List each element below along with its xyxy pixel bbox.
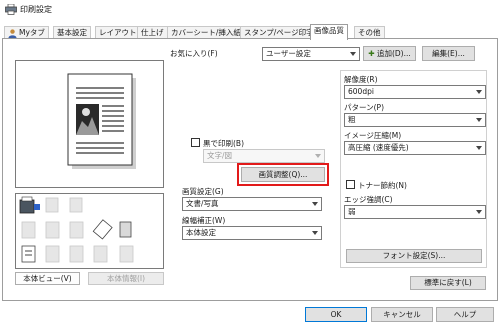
tab-strip: Myタブ 基本設定 レイアウト 仕上げ カバーシート/挿入紙 スタンプ/ページ印… (0, 20, 500, 40)
ok-button[interactable]: OK (305, 307, 367, 322)
pattern-select[interactable]: 粗 (344, 113, 486, 127)
main-unit-view-button[interactable]: 本体ビュー(V) (15, 272, 80, 285)
printer-option-panel (15, 193, 164, 269)
tab-label: 仕上げ (141, 28, 164, 37)
image-setting-select[interactable]: 文書/写真 (182, 197, 322, 211)
edge-enhance-select[interactable]: 弱 (344, 205, 486, 219)
tab-image-quality[interactable]: 画像品質 (310, 24, 348, 40)
user-icon (8, 29, 17, 38)
favorites-select[interactable]: ユーザー設定 (262, 47, 360, 61)
tab-label: 画像品質 (314, 26, 344, 35)
edge-enhance-value: 弱 (348, 207, 356, 216)
button-label: ヘルプ (453, 310, 477, 319)
chevron-down-icon (312, 231, 318, 235)
help-button[interactable]: ヘルプ (436, 307, 494, 322)
chevron-down-icon (315, 154, 321, 158)
tab-label: 基本設定 (57, 28, 87, 37)
toner-save-checkbox[interactable] (346, 180, 355, 189)
image-setting-value: 文書/写真 (186, 199, 219, 208)
toner-save-label: トナー節約(N) (358, 181, 407, 190)
resolution-label: 解像度(R) (344, 75, 378, 84)
chevron-down-icon (476, 118, 482, 122)
printer-icon (5, 4, 17, 15)
button-label: キャンセル (383, 310, 421, 319)
line-width-value: 本体設定 (186, 228, 216, 237)
resolution-select[interactable]: 600dpi (344, 85, 486, 99)
chevron-down-icon (350, 52, 356, 56)
compression-value: 高圧縮 (速度優先) (348, 143, 409, 152)
chevron-down-icon (312, 202, 318, 206)
button-label: OK (330, 310, 342, 319)
main-unit-info-button[interactable]: 本体情報(I) (88, 272, 164, 285)
button-label: 本体ビュー(V) (23, 274, 72, 283)
black-print-checkbox[interactable] (191, 138, 200, 147)
button-label: フォント設定(S)... (382, 251, 446, 260)
chevron-down-icon (476, 210, 482, 214)
compression-select[interactable]: 高圧縮 (速度優先) (344, 141, 486, 155)
settings-groupbox (340, 70, 487, 268)
pattern-label: パターン(P) (344, 103, 384, 112)
cancel-button[interactable]: キャンセル (371, 307, 433, 322)
compression-label: イメージ圧縮(M) (344, 131, 402, 140)
window-title: 印刷設定 (20, 5, 52, 14)
font-settings-button[interactable]: フォント設定(S)... (346, 249, 482, 263)
black-print-select[interactable]: 文字/図 (203, 149, 325, 163)
edge-enhance-label: エッジ強調(C) (344, 195, 393, 204)
add-favorite-button[interactable]: ✚ 追加(D)... (363, 46, 416, 61)
button-label: 本体情報(I) (106, 274, 146, 283)
button-label: 編集(E)... (432, 49, 465, 58)
line-width-label: 線幅補正(W) (182, 216, 226, 225)
tab-label: その他 (358, 28, 381, 37)
restore-defaults-button[interactable]: 標準に戻す(L) (410, 276, 486, 290)
button-label: 追加(D)... (376, 49, 411, 58)
line-width-select[interactable]: 本体設定 (182, 226, 322, 240)
pattern-value: 粗 (348, 115, 356, 124)
printer-options-icon (19, 196, 134, 263)
tab-label: カバーシート/挿入紙 (171, 28, 241, 37)
image-setting-label: 画質設定(G) (182, 187, 224, 196)
black-print-value: 文字/図 (207, 151, 233, 160)
highlight-outline (237, 163, 329, 186)
favorites-value: ユーザー設定 (266, 49, 311, 58)
document-preview-icon (67, 73, 136, 169)
plus-icon: ✚ (368, 49, 375, 58)
tab-label: スタンプ/ページ印字 (244, 28, 314, 37)
resolution-value: 600dpi (348, 87, 374, 96)
tab-label: レイアウト (99, 28, 137, 37)
title-bar: 印刷設定 (0, 0, 500, 20)
chevron-down-icon (476, 90, 482, 94)
edit-favorite-button[interactable]: 編集(E)... (422, 46, 475, 61)
favorites-label: お気に入り(F) (170, 49, 218, 58)
black-print-label: 黒で印刷(B) (203, 139, 244, 148)
page-preview (15, 60, 164, 188)
button-label: 標準に戻す(L) (424, 278, 472, 287)
chevron-down-icon (476, 146, 482, 150)
